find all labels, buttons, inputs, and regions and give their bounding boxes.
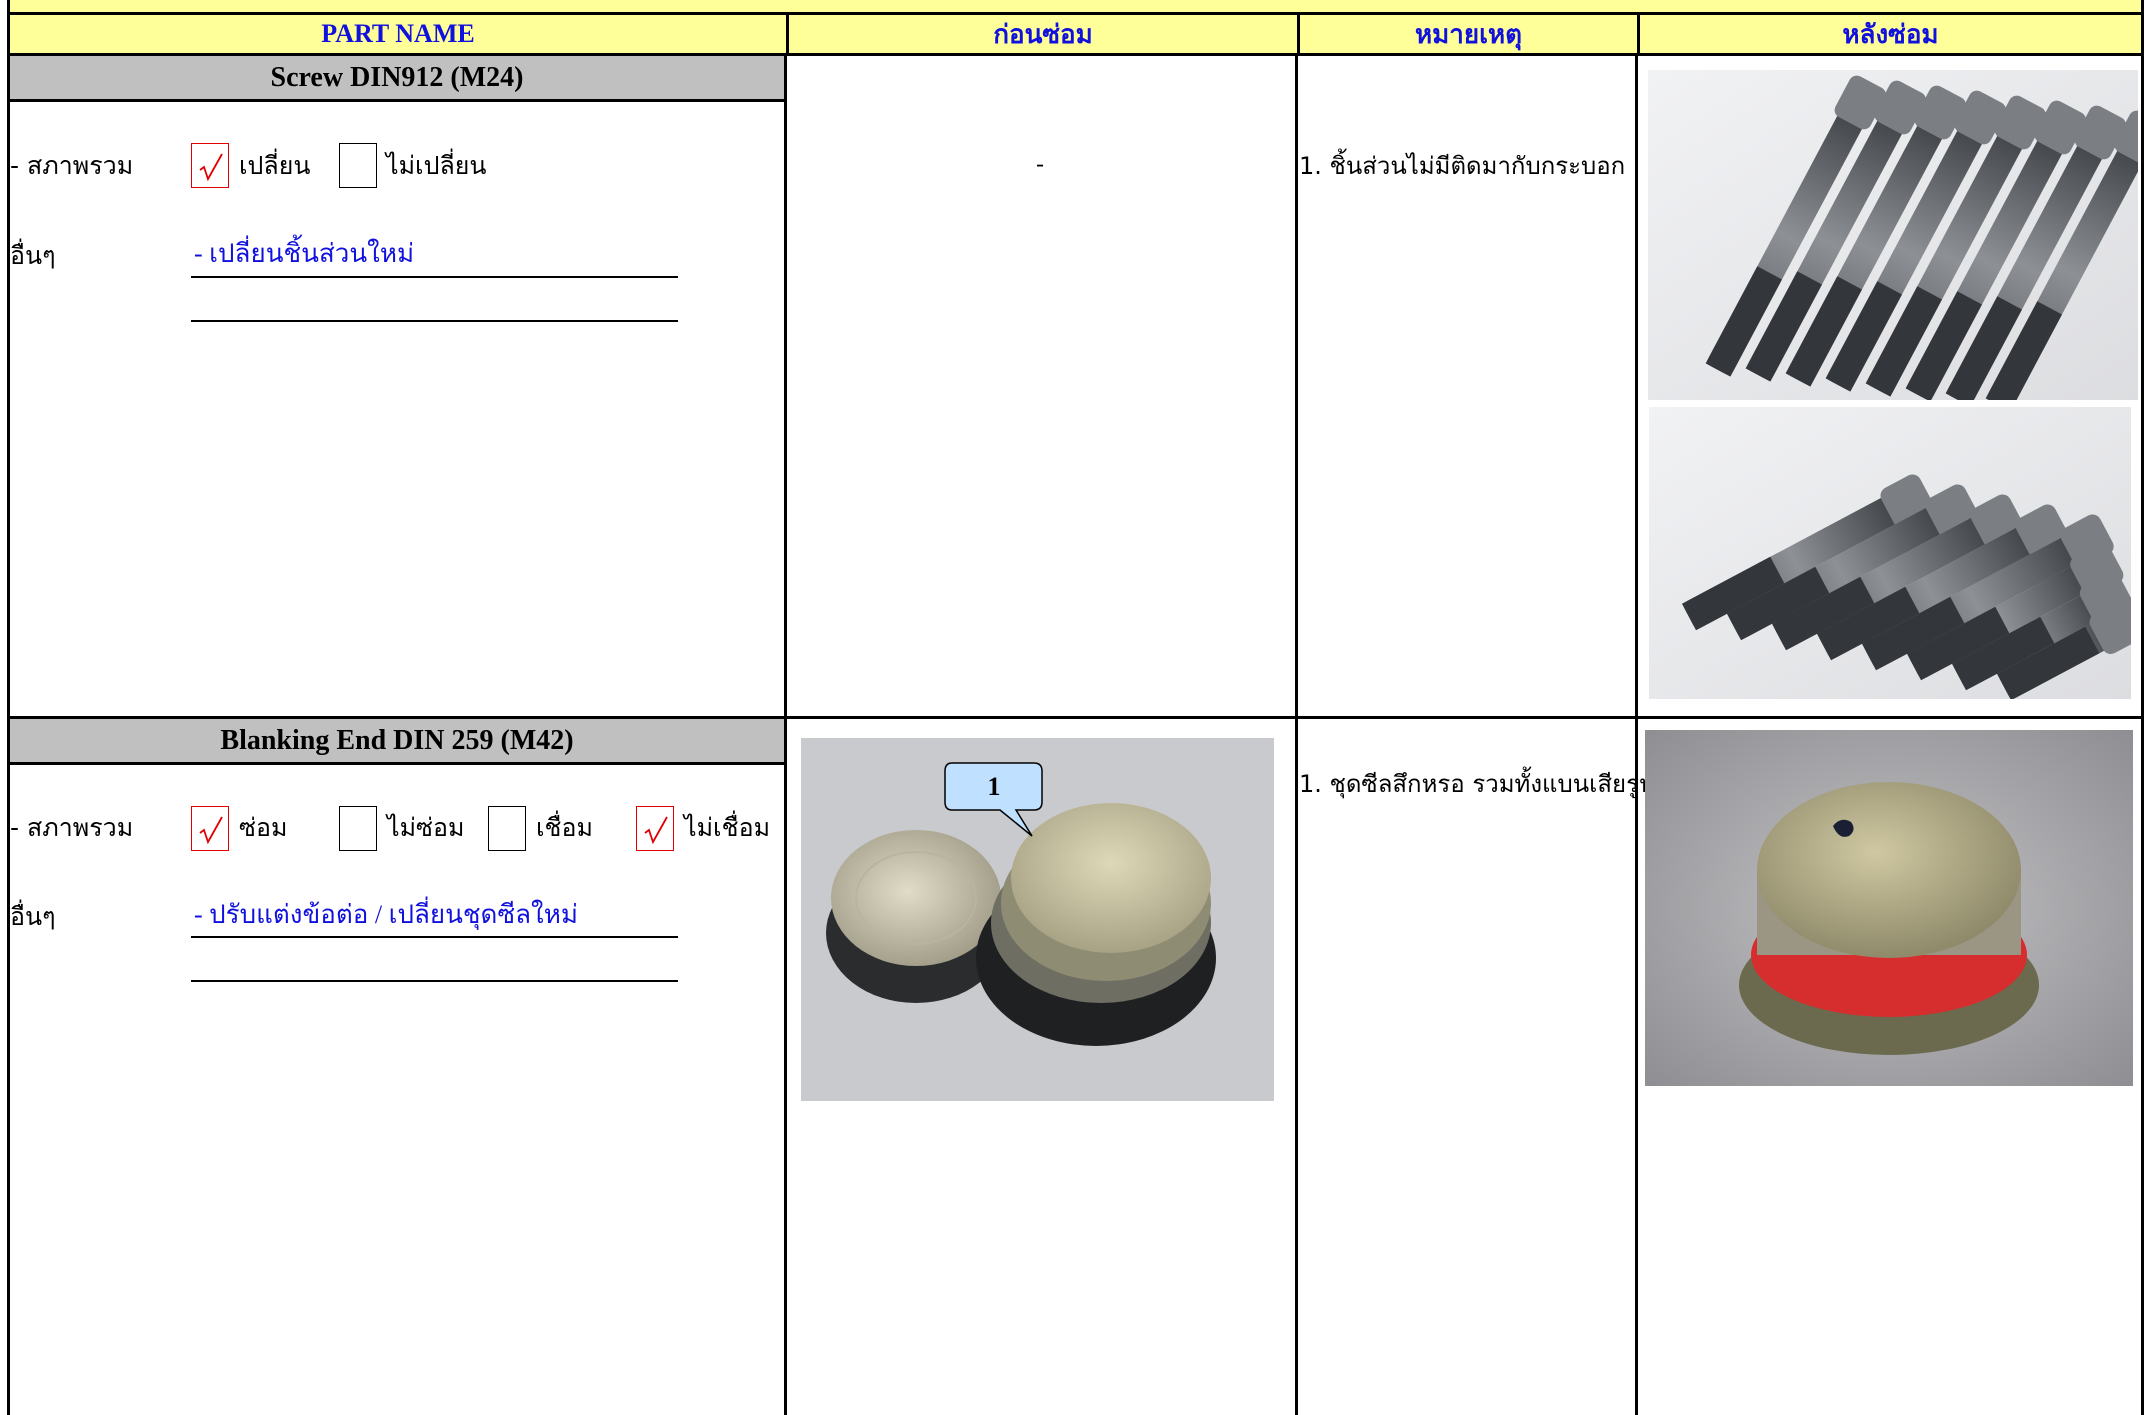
checkbox-no-replace[interactable]: [339, 143, 377, 188]
check-mark-icon: [644, 816, 668, 845]
checkbox-no-repair[interactable]: [339, 806, 377, 851]
option-label: ไม่เชื่อม: [684, 813, 771, 842]
underline: [191, 276, 678, 278]
header-after-repair: หลังซ่อม: [1637, 12, 2144, 56]
before-repair-empty: -: [1036, 150, 1045, 178]
option-label: ไม่ซ่อม: [387, 813, 465, 842]
check-mark-icon: [199, 153, 223, 182]
bolts-photo-after-2: [1649, 407, 2131, 699]
header-top-strip: [7, 0, 2144, 12]
grid-line: [2141, 56, 2144, 1415]
header-before-repair: ก่อนซ่อม: [786, 12, 1297, 56]
underline: [191, 980, 678, 982]
inspection-sheet: PART NAME ก่อนซ่อม หมายเหตุ หลังซ่อม Scr…: [0, 0, 2152, 1415]
underline: [191, 320, 678, 322]
checkbox-repair[interactable]: [191, 806, 229, 851]
remark-text: 1. ชุดซีลสึกหรอ รวมทั้งแบนเสียรูป: [1299, 770, 1655, 798]
other-note: - ปรับแต่งข้อต่อ / เปลี่ยนชุดซีลใหม่: [194, 900, 578, 929]
checkbox-no-weld[interactable]: [636, 806, 674, 851]
callout-number: 1: [987, 772, 1001, 801]
other-note: - เปลี่ยนชิ้นส่วนใหม่: [194, 239, 415, 268]
option-label: เชื่อม: [536, 813, 594, 842]
blanking-end-photo-after: [1645, 730, 2133, 1086]
option-label: เปลี่ยน: [239, 151, 311, 180]
grid-line: [1295, 56, 1298, 1415]
condition-label: - สภาพรวม: [10, 813, 134, 842]
checkbox-weld[interactable]: [488, 806, 526, 851]
part-name-screw: Screw DIN912 (M24): [10, 56, 784, 102]
checkbox-replace[interactable]: [191, 143, 229, 188]
remark-text: 1. ชิ้นส่วนไม่มีติดมากับกระบอก: [1299, 152, 1626, 180]
header-part-name: PART NAME: [7, 12, 786, 56]
bolts-photo-after-1: [1648, 70, 2138, 400]
grid-line: [784, 56, 787, 1415]
other-label: อื่นๆ: [10, 902, 56, 931]
grid-line: [1635, 56, 1638, 1415]
check-mark-icon: [199, 816, 223, 845]
option-label: ไม่เปลี่ยน: [386, 151, 487, 180]
condition-label: - สภาพรวม: [10, 151, 134, 180]
other-label: อื่นๆ: [10, 241, 56, 270]
option-label: ซ่อม: [239, 813, 288, 842]
underline: [191, 936, 678, 938]
header-remark: หมายเหตุ: [1297, 12, 1637, 56]
part-name-blanking-end: Blanking End DIN 259 (M42): [10, 719, 784, 765]
